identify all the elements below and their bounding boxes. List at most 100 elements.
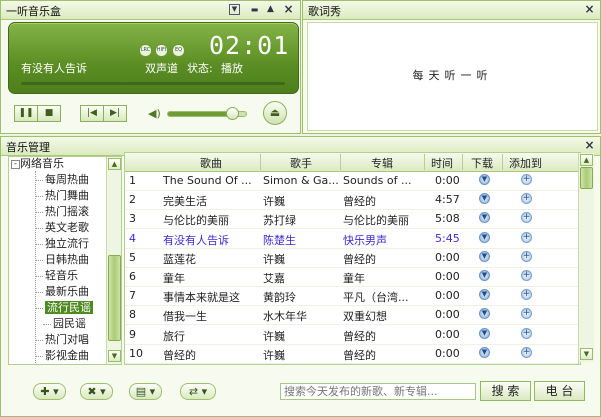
eject-button[interactable]: ⏏ bbox=[263, 101, 287, 125]
add-to-list-icon[interactable]: + bbox=[521, 289, 532, 301]
tree-item[interactable]: 独立流行 bbox=[45, 236, 89, 252]
add-to-list-icon[interactable]: + bbox=[521, 212, 532, 224]
scroll-up-button[interactable]: ▲ bbox=[108, 158, 121, 170]
volume-slider[interactable] bbox=[167, 107, 247, 120]
download-icon[interactable]: ▼ bbox=[479, 289, 490, 301]
column-header-album[interactable]: 专辑 bbox=[340, 155, 424, 171]
previous-button[interactable]: |◀ bbox=[80, 105, 104, 122]
column-header-artist[interactable]: 歌手 bbox=[260, 155, 342, 171]
volume-knob[interactable] bbox=[225, 107, 239, 120]
close-icon[interactable]: × bbox=[283, 3, 294, 15]
table-row[interactable]: 6 童年 艾嘉 童年 0:00 ▼ + bbox=[125, 267, 580, 287]
column-header-song[interactable]: 歌曲 bbox=[145, 155, 277, 171]
scroll-thumb[interactable] bbox=[580, 167, 593, 189]
download-icon[interactable]: ▼ bbox=[479, 174, 490, 185]
loop-mode-button[interactable]: ⇄ ▾ bbox=[180, 383, 216, 400]
player-titlebar: 一听音乐盒 ▼ ▬ ▲ × bbox=[1, 1, 300, 20]
download-icon[interactable]: ▼ bbox=[479, 270, 490, 281]
category-tree: - 网络音乐 每周热曲 热门舞曲热门摇滚 英文老歌 独立流行 日韩热曲 轻音乐最新乐曲 流行民… bbox=[8, 156, 122, 365]
table-scrollbar-track[interactable]: ▲ ▼ bbox=[578, 153, 594, 362]
row-number: 8 bbox=[129, 308, 136, 322]
tree-scrollbar[interactable]: ▲ ▼ bbox=[106, 157, 121, 364]
tree-item[interactable]: 影视金曲 bbox=[45, 348, 89, 364]
tree-item[interactable]: 流行民谣 bbox=[45, 300, 93, 316]
tree-item-label: 园民谣 bbox=[53, 317, 86, 330]
tree-root[interactable]: - 网络音乐 bbox=[11, 157, 64, 172]
song-title: 旅行 bbox=[163, 329, 185, 343]
tree-item[interactable]: 每周热曲 bbox=[45, 172, 89, 188]
minimize-icon[interactable]: ▬ bbox=[249, 4, 260, 15]
player-panel: 一听音乐盒 ▼ ▬ ▲ × 有没有人告诉 LRC HIFI EQ 02:01 双… bbox=[0, 0, 301, 134]
scroll-thumb[interactable] bbox=[108, 255, 121, 341]
row-number: 10 bbox=[129, 346, 143, 360]
list-menu-button[interactable]: ▤ ▾ bbox=[129, 383, 162, 400]
column-header-time[interactable]: 时间 bbox=[424, 155, 460, 171]
download-icon[interactable]: ▼ bbox=[479, 212, 490, 224]
table-row[interactable]: 7 事情本来就是这 黄韵玲 平凡（台湾... 0:00 ▼ + bbox=[125, 286, 580, 307]
add-to-list-icon[interactable]: + bbox=[521, 308, 532, 320]
tree-item[interactable]: 热门摇滚 bbox=[45, 204, 89, 220]
artist-name: 水木年华 bbox=[263, 310, 307, 324]
table-row[interactable]: 4 有没有人告诉 陈楚生 快乐男声 5:45 ▼ + bbox=[125, 228, 580, 249]
eq-button[interactable]: EQ bbox=[172, 44, 185, 57]
pause-button[interactable]: ❚❚ bbox=[14, 105, 38, 122]
hifi-button[interactable]: HIFI bbox=[155, 44, 168, 57]
table-row[interactable]: 3 与伦比的美丽 苏打绿 与伦比的美丽 5:08 ▼ + bbox=[125, 209, 580, 230]
lrc-button[interactable]: LRC bbox=[139, 44, 152, 57]
tree-item[interactable]: 英文老歌 bbox=[45, 220, 89, 236]
collapse-icon[interactable]: - bbox=[11, 159, 20, 169]
album-name: 快乐男声 bbox=[343, 233, 387, 247]
manager-title: 音乐管理 bbox=[6, 141, 50, 154]
radio-button[interactable]: 电 台 bbox=[534, 381, 585, 401]
add-to-list-icon[interactable]: + bbox=[521, 250, 532, 262]
song-table: 歌曲 歌手 专辑 时间 下载 添加到 1 The Sound Of ... Simo… bbox=[124, 152, 581, 365]
scroll-down-button[interactable]: ▼ bbox=[108, 350, 121, 362]
lyrics-text: 每天听一听 bbox=[412, 69, 493, 82]
tree-item[interactable]: 日韩热曲 bbox=[45, 252, 89, 268]
download-icon[interactable]: ▼ bbox=[479, 308, 490, 320]
table-row[interactable]: 8 借我一生 水木年华 双重幻想 0:00 ▼ + bbox=[125, 305, 580, 326]
delete-menu-button[interactable]: ✖ ▾ bbox=[80, 383, 113, 400]
table-row[interactable]: 2 完美生活 许巍 曾经的 4:57 ▼ + bbox=[125, 190, 580, 211]
tree-item-label: 轻音乐 bbox=[45, 269, 78, 282]
add-to-list-icon[interactable]: + bbox=[521, 270, 532, 281]
add-to-list-icon[interactable]: + bbox=[521, 193, 532, 205]
download-icon[interactable]: ▼ bbox=[479, 346, 490, 358]
search-input[interactable] bbox=[280, 383, 476, 400]
restore-icon[interactable]: ▲ bbox=[265, 4, 276, 15]
column-header-download[interactable]: 下载 bbox=[462, 155, 502, 171]
tree-connector bbox=[43, 324, 51, 326]
tree-item[interactable]: 最新乐曲 bbox=[45, 284, 89, 300]
seek-bar[interactable] bbox=[21, 82, 285, 85]
download-icon[interactable]: ▼ bbox=[479, 250, 490, 262]
tree-item[interactable]: 热门对唱 bbox=[45, 332, 89, 348]
tree-item-label: 热门舞曲 bbox=[45, 189, 89, 202]
next-button[interactable]: ▶| bbox=[103, 105, 127, 122]
add-to-list-icon[interactable]: + bbox=[521, 174, 532, 185]
download-icon[interactable]: ▼ bbox=[479, 231, 490, 243]
tree-item[interactable]: 轻音乐 bbox=[45, 268, 78, 284]
add-to-list-icon[interactable]: + bbox=[521, 231, 532, 243]
stop-button[interactable]: ■ bbox=[37, 105, 61, 122]
tree-item[interactable]: 热门舞曲 bbox=[45, 188, 89, 204]
table-row[interactable]: 10 曾经的 许巍 曾经的 0:00 ▼ + bbox=[125, 344, 580, 364]
artist-name: 许巍 bbox=[263, 195, 285, 209]
download-icon[interactable]: ▼ bbox=[479, 327, 490, 339]
add-menu-button[interactable]: ✚ ▾ bbox=[33, 383, 66, 400]
scroll-down-button[interactable]: ▼ bbox=[580, 348, 593, 360]
download-icon[interactable]: ▼ bbox=[479, 193, 490, 205]
volume-icon[interactable]: ◀) bbox=[148, 107, 161, 120]
close-icon[interactable]: × bbox=[584, 139, 595, 151]
add-to-list-icon[interactable]: + bbox=[521, 327, 532, 339]
dropdown-icon[interactable]: ▼ bbox=[229, 4, 240, 15]
table-row[interactable]: 9 旅行 许巍 曾经的 0:00 ▼ + bbox=[125, 325, 580, 345]
close-icon[interactable]: × bbox=[584, 3, 595, 15]
add-to-list-icon[interactable]: + bbox=[521, 346, 532, 358]
tree-item[interactable]: 园民谣 bbox=[53, 316, 86, 332]
table-row[interactable]: 5 蓝莲花 许巍 曾经的 0:00 ▼ + bbox=[125, 248, 580, 268]
column-header-add-to[interactable]: 添加到 bbox=[502, 155, 549, 171]
scroll-up-button[interactable]: ▲ bbox=[580, 154, 593, 166]
search-button[interactable]: 搜 索 bbox=[480, 381, 531, 401]
table-row[interactable]: 1 The Sound Of ... Simon & Ga... Sounds of … bbox=[125, 171, 580, 191]
player-display: 有没有人告诉 LRC HIFI EQ 02:01 双声道 状态: 播放 bbox=[8, 22, 299, 94]
